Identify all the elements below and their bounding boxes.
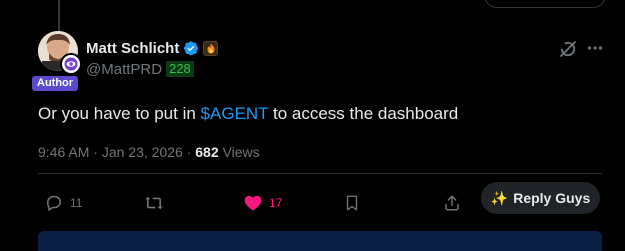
thread-connector-line bbox=[58, 0, 60, 31]
author-role-badge: Author bbox=[32, 76, 79, 91]
views-count: 682 bbox=[195, 144, 219, 160]
heart-icon bbox=[244, 195, 262, 211]
previous-post-button-edge[interactable] bbox=[484, 0, 606, 8]
author-handle-row: @MattPRD 228 bbox=[86, 60, 194, 78]
views-label: Views bbox=[222, 144, 260, 160]
bookmark-icon bbox=[346, 195, 358, 211]
author-display-name[interactable]: Matt Schlicht bbox=[86, 40, 179, 57]
author-handle[interactable]: @MattPRD bbox=[86, 61, 162, 78]
post-text: Or you have to put in $AGENT to access t… bbox=[38, 104, 458, 124]
post-text-after: to access the dashboard bbox=[268, 104, 459, 123]
bookmark-button[interactable] bbox=[343, 193, 361, 213]
reply-button[interactable]: 11 bbox=[44, 193, 82, 213]
meta-separator-dot: · bbox=[186, 144, 192, 160]
like-count: 17 bbox=[269, 196, 283, 210]
cashtag-link[interactable]: $AGENT bbox=[201, 104, 269, 123]
grok-icon[interactable] bbox=[558, 39, 578, 59]
post-meta: 9:46 AM · Jan 23, 2026 · 682 Views bbox=[38, 144, 260, 160]
share-icon bbox=[445, 195, 459, 211]
repost-icon bbox=[145, 196, 163, 210]
more-options-icon[interactable] bbox=[586, 39, 604, 57]
reply-icon bbox=[47, 195, 61, 211]
reply-count: 11 bbox=[70, 196, 83, 210]
author-name-row: Matt Schlicht bbox=[86, 38, 219, 58]
reply-guys-button[interactable]: ✨ Reply Guys bbox=[481, 182, 600, 214]
post-text-before: Or you have to put in bbox=[38, 104, 201, 123]
verified-badge-icon[interactable] bbox=[183, 40, 199, 56]
post-date[interactable]: Jan 23, 2026 bbox=[102, 144, 183, 160]
divider bbox=[38, 173, 602, 174]
like-button[interactable]: 17 bbox=[243, 193, 282, 213]
repost-button[interactable] bbox=[143, 193, 171, 213]
meta-separator: · bbox=[93, 144, 102, 160]
author-score-badge: 228 bbox=[166, 61, 194, 77]
post-time[interactable]: 9:46 AM bbox=[38, 144, 89, 160]
sparkles-icon: ✨ bbox=[490, 189, 509, 206]
reply-guys-label: Reply Guys bbox=[513, 190, 591, 206]
share-button[interactable] bbox=[443, 193, 461, 213]
affiliate-label-icon[interactable] bbox=[203, 40, 219, 56]
agent-eye-badge-icon bbox=[60, 53, 82, 75]
next-card-edge bbox=[38, 231, 602, 251]
avatar[interactable] bbox=[38, 31, 82, 75]
